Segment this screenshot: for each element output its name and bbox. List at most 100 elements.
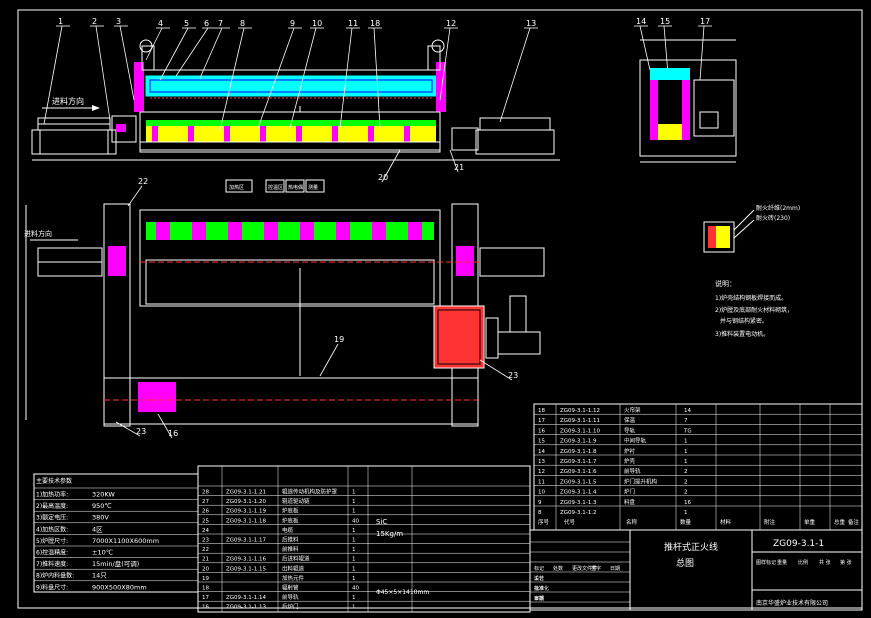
bom-qty: 1	[352, 538, 356, 544]
bom-qty: 1	[684, 449, 688, 455]
bom-qty: 40	[352, 586, 359, 592]
bom-qty: 7	[684, 418, 688, 424]
callout-number: 4	[158, 19, 163, 28]
callout-number: 1	[58, 17, 63, 26]
bom-no: 27	[202, 499, 209, 505]
callout-number: 16	[168, 429, 178, 438]
bom-right: 18 ZG09-3.1-1.12 火帘架 1417 ZG09-3.1-1.11 保温 716…	[533, 403, 863, 531]
tb-right-cell: 第 张	[840, 559, 852, 566]
spec-key: 9)料盘尺寸:	[36, 583, 68, 591]
right-conveyor-frame	[475, 129, 555, 155]
bom-name: 前导轨	[624, 467, 641, 475]
motor	[497, 331, 541, 355]
heater-element	[368, 126, 374, 142]
bom-name: 火帘架	[624, 406, 641, 414]
company-name: 南京华盛炉业技术有限公司	[756, 599, 828, 607]
outlet-pusher	[451, 127, 479, 151]
bom-qty: 1	[352, 557, 356, 563]
bom-code: ZG09-3.1-1.3	[560, 500, 597, 506]
bom-name: 炉门提升机构	[624, 477, 658, 485]
bom-name: 炉门	[624, 488, 635, 496]
legend-box-label: 热电偶	[288, 184, 303, 191]
bom-qty: 1	[684, 510, 688, 516]
spec-value: 320KW	[92, 491, 115, 499]
spec-key: 3)额定电压:	[36, 514, 68, 522]
bom-code: ZG09-3.1-1.17	[226, 538, 266, 544]
plan-heater-element	[228, 222, 242, 240]
bom-code: ZG09-3.1-1.2	[560, 510, 597, 516]
callout-number: 7	[218, 19, 223, 28]
bom-qty: 2	[684, 490, 688, 496]
callout-number: 6	[204, 19, 209, 28]
bom-no: 19	[202, 576, 209, 582]
callout-number: 9	[290, 19, 295, 28]
bom-header-cell: 名称	[626, 518, 638, 526]
detail-label: 耐火纤维(2mm)	[756, 204, 800, 212]
bom-no: 22	[202, 547, 209, 553]
feed-direction-label: 进料方向	[52, 96, 84, 106]
spec-value: 15min/盘(可调)	[92, 559, 139, 568]
bom-no: 18	[538, 408, 545, 414]
drive-unit	[433, 305, 485, 369]
bom-qty: 1	[352, 509, 356, 515]
callout-leader	[119, 25, 135, 101]
bom-no: 20	[202, 566, 209, 572]
heater-element	[224, 126, 230, 142]
callout-leader	[699, 25, 705, 81]
bom-qty: 1	[352, 499, 356, 505]
note-line: 1)炉壳结构钢板焊接而成。	[715, 294, 787, 302]
callout-number: 22	[138, 177, 148, 186]
tb-cell: 签字	[591, 565, 601, 572]
plan-heater-element	[408, 222, 422, 240]
bom-name: 中间导轨	[624, 437, 647, 445]
bom-qty: 40	[352, 518, 359, 524]
callout-number: 2	[92, 17, 97, 26]
bom-qty: 1	[352, 547, 356, 553]
tb-cell: 标记	[534, 565, 544, 572]
bom-name: 前推料	[282, 545, 299, 553]
material-label: Φ45×5×1410mm	[376, 589, 429, 596]
pusher-motor	[116, 124, 126, 132]
bom-name: 辐射管	[282, 584, 299, 592]
cad-drawing: 进料方向 1 2 3 4 5 6 7 8 9 10 11 18 12 13 14 15 17	[17, 9, 863, 613]
spec-rows: 1)加热功率: 320KW 2)最高温度: 950℃ 3)额定电压: 380V 4)加热区数…	[34, 487, 198, 591]
drawing-title: 推杆式正火线	[664, 541, 718, 553]
drawing-number: ZG09-3.1-1	[773, 539, 824, 549]
plan-right-conveyor	[479, 247, 545, 277]
bom-header-cell: 序号	[538, 518, 550, 526]
spec-value: ±10℃	[92, 549, 113, 557]
arrow-head-icon	[92, 105, 100, 111]
bom-name: 炉衬	[624, 447, 636, 455]
material-label: SiC	[376, 518, 387, 526]
callout-leader	[639, 25, 651, 71]
bom-name: 料盘	[624, 498, 636, 506]
bom-header-cell: 代号	[564, 518, 576, 526]
bom-no: 28	[202, 490, 209, 496]
heater-element	[332, 126, 338, 142]
plan-chamber	[145, 259, 435, 305]
tb-role: 日期	[534, 596, 544, 602]
bom-name: 炉壳	[624, 457, 636, 465]
bom-qty: 1	[684, 439, 688, 445]
bom-header-cell: 附注	[764, 518, 776, 526]
bom-no: 23	[202, 538, 209, 544]
callout-number: 20	[378, 173, 388, 182]
bom-header-cell: 单重	[804, 518, 816, 526]
side-wall-right	[682, 80, 690, 140]
tb-right-cell: 图样标记	[756, 559, 776, 566]
callout-leader	[663, 25, 669, 75]
tb-right-cell: 比例	[798, 559, 808, 566]
title-block: ZG09-3.1-1 推杆式正火线 总图 南京华盛炉业技术有限公司 标记 处数 更改…	[529, 529, 863, 611]
spec-value: 4区	[92, 525, 103, 533]
plan-heater-element	[192, 222, 206, 240]
note-line: 3)推料装置电动机。	[715, 330, 769, 338]
bom-qty: 14	[684, 408, 691, 414]
bom-no: 25	[202, 518, 209, 524]
callout-number: 19	[334, 335, 344, 344]
bom-header-cell: 数量	[680, 518, 692, 526]
bom-qty: 1	[684, 459, 688, 465]
bom-code: ZG09-3.1-1.10	[560, 428, 600, 434]
bom-no: 12	[538, 469, 545, 475]
bom-qty: 2	[684, 479, 688, 485]
callout-leader	[159, 27, 189, 81]
